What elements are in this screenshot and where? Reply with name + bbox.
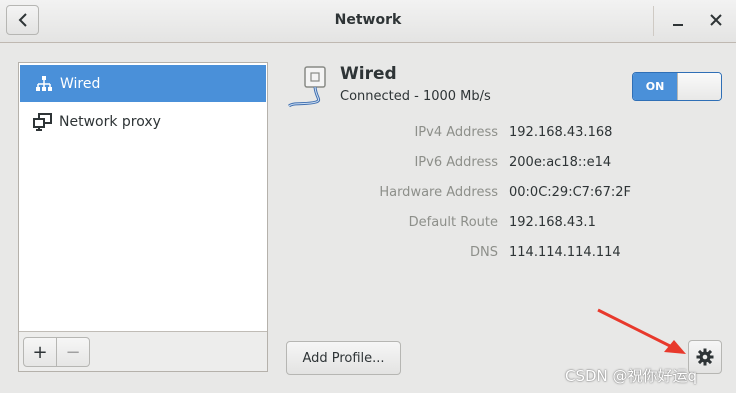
detail-value: 114.114.114.114 — [509, 245, 621, 260]
detail-value: 192.168.43.168 — [509, 125, 613, 140]
header-bar: Network — [0, 0, 736, 43]
detail-row-default-route: Default Route 192.168.43.1 — [300, 215, 720, 233]
gear-icon — [696, 348, 714, 366]
add-profile-button[interactable]: Add Profile... — [286, 341, 401, 375]
header-separator — [653, 6, 654, 36]
wired-network-icon — [36, 75, 52, 91]
sidebar-item-network-proxy[interactable]: Network proxy — [19, 103, 267, 140]
device-list: Wired Network proxy + − — [18, 62, 268, 372]
device-status: Connected - 1000 Mb/s — [340, 89, 491, 104]
detail-value: 192.168.43.1 — [509, 215, 596, 230]
detail-label: Hardware Address — [379, 185, 498, 200]
device-name: Wired — [340, 64, 397, 84]
add-connection-button[interactable]: + — [23, 337, 57, 367]
close-icon — [710, 14, 722, 26]
close-button[interactable] — [706, 10, 726, 30]
window-title: Network — [334, 12, 402, 28]
connection-toggle[interactable]: ON — [632, 72, 722, 101]
detail-label: IPv6 Address — [414, 155, 498, 170]
ethernet-cable-icon — [288, 66, 326, 108]
minimize-icon — [673, 24, 683, 26]
annotation-arrow-icon — [597, 308, 686, 354]
detail-row-ipv6: IPv6 Address 200e:ac18::e14 — [300, 155, 720, 173]
detail-row-ipv4: IPv4 Address 192.168.43.168 — [300, 125, 720, 143]
sidebar-item-label: Wired — [60, 75, 101, 92]
sidebar-toolbar: + − — [19, 331, 267, 371]
toggle-label: ON — [633, 73, 677, 100]
detail-value: 200e:ac18::e14 — [509, 155, 612, 170]
detail-row-dns: DNS 114.114.114.114 — [300, 245, 720, 263]
remove-connection-button[interactable]: − — [56, 337, 90, 367]
detail-label: DNS — [470, 245, 498, 260]
network-proxy-icon — [33, 112, 52, 131]
detail-row-hardware-address: Hardware Address 00:0C:29:C7:67:2F — [300, 185, 720, 203]
detail-label: Default Route — [408, 215, 498, 230]
watermark: CSDN @祝你好运q — [565, 367, 698, 385]
detail-value: 00:0C:29:C7:67:2F — [509, 185, 631, 200]
toggle-knob — [677, 73, 721, 100]
sidebar-item-label: Network proxy — [59, 113, 161, 130]
sidebar-item-wired[interactable]: Wired — [20, 65, 266, 102]
minimize-button[interactable] — [668, 10, 688, 30]
detail-label: IPv4 Address — [414, 125, 498, 140]
